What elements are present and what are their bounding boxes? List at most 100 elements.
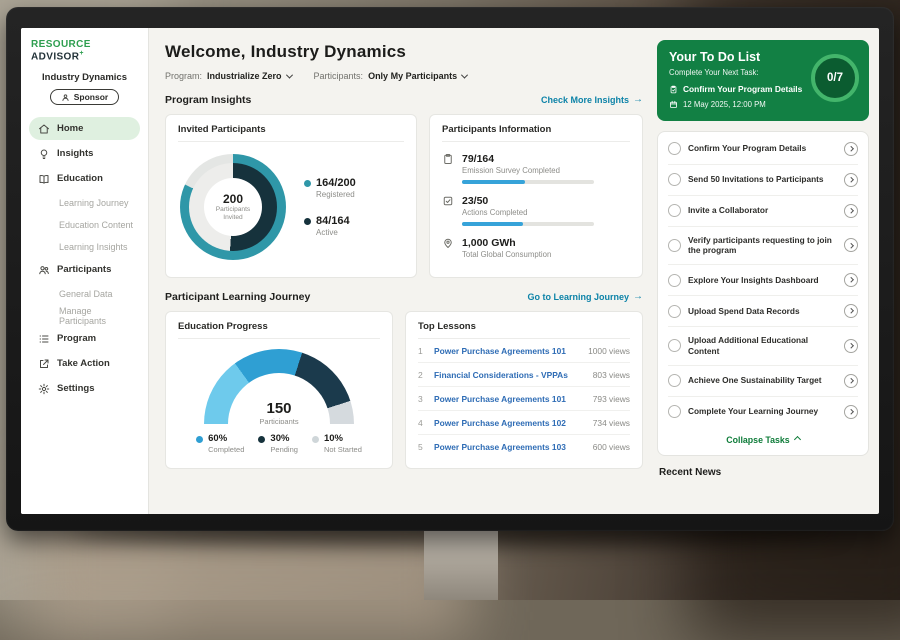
task-row-verify-participants[interactable]: Verify participants requesting to join t… <box>668 227 858 266</box>
task-checkbox[interactable] <box>668 339 681 352</box>
lesson-link[interactable]: Financial Considerations - VPPAs <box>434 370 585 380</box>
sponsor-badge[interactable]: Sponsor <box>50 89 119 105</box>
gauge-center-label: Participants <box>204 417 354 424</box>
legend-dot-blue <box>196 436 203 443</box>
task-open-chevron[interactable] <box>844 173 858 187</box>
collapse-tasks-button[interactable]: Collapse Tasks <box>668 427 858 451</box>
clipboard-check-icon <box>669 85 678 94</box>
legend-active: 84/164 Active <box>304 215 356 237</box>
education-progress-card: Education Progress 150 Participants <box>165 311 393 469</box>
lesson-link[interactable]: Power Purchase Agreements 103 <box>434 442 585 452</box>
sidebar-item-insights[interactable]: Insights <box>29 142 140 165</box>
sidebar-item-learning-journey[interactable]: Learning Journey <box>29 192 140 213</box>
sponsor-person-icon <box>61 93 70 102</box>
todo-due-date: 12 May 2025, 12:00 PM <box>683 100 766 109</box>
task-checkbox[interactable] <box>668 405 681 418</box>
task-checkbox[interactable] <box>668 142 681 155</box>
sidebar-item-manage-participants[interactable]: Manage Participants <box>29 305 140 326</box>
participants-filter-dropdown[interactable]: Participants: Only My Participants <box>314 71 468 81</box>
sidebar-item-education[interactable]: Education <box>29 167 140 190</box>
app-logo: RESOURCE ADVISOR+ <box>29 39 140 62</box>
sidebar-item-settings[interactable]: Settings <box>29 377 140 400</box>
sidebar-item-learning-insights[interactable]: Learning Insights <box>29 236 140 257</box>
sidebar-item-education-content[interactable]: Education Content <box>29 214 140 235</box>
task-open-chevron[interactable] <box>844 304 858 318</box>
emission-survey-progress-bar <box>462 180 594 184</box>
actions-completed-row: 23/50 Actions Completed <box>442 195 630 226</box>
donut-center-label: Participants Invited <box>212 206 254 222</box>
legend-dot-teal <box>304 180 311 187</box>
legend-pending: 30% Pending <box>258 433 298 454</box>
task-row-invite-collaborator[interactable]: Invite a Collaborator <box>668 196 858 227</box>
task-open-chevron[interactable] <box>844 405 858 419</box>
recent-news-title: Recent News <box>657 467 869 478</box>
lesson-row: 5 Power Purchase Agreements 103 600 view… <box>418 435 630 458</box>
sidebar-item-program[interactable]: Program <box>29 327 140 350</box>
participants-information-card: Participants Information 79/164 Emission… <box>429 114 643 278</box>
go-to-learning-journey-link[interactable]: Go to Learning Journey → <box>527 292 643 302</box>
program-filter-dropdown[interactable]: Program: Industrialize Zero <box>165 71 292 81</box>
task-checkbox[interactable] <box>668 274 681 287</box>
task-open-chevron[interactable] <box>844 238 858 252</box>
task-row-confirm-program-details[interactable]: Confirm Your Program Details <box>668 134 858 165</box>
gauge-center-value: 150 <box>204 400 354 417</box>
lesson-link[interactable]: Power Purchase Agreements 101 <box>434 346 580 356</box>
legend-dot-navy <box>304 218 311 225</box>
sidebar-item-participants[interactable]: Participants <box>29 258 140 281</box>
task-row-complete-learning-journey[interactable]: Complete Your Learning Journey <box>668 397 858 427</box>
monitor-stand <box>424 522 498 600</box>
invited-participants-card: Invited Participants 200 Participants In… <box>165 114 417 278</box>
lesson-row: 3 Power Purchase Agreements 101 793 view… <box>418 387 630 411</box>
arrow-right-icon: → <box>633 95 643 105</box>
invited-participants-donut-chart: 200 Participants Invited <box>180 154 286 260</box>
checklist-icon <box>442 195 454 207</box>
program-icon <box>38 333 50 345</box>
location-pin-icon <box>442 237 454 249</box>
task-open-chevron[interactable] <box>844 273 858 287</box>
tasks-list-card: Confirm Your Program Details Send 50 Inv… <box>657 131 869 456</box>
education-progress-card-title: Education Progress <box>178 321 380 339</box>
sidebar-item-home[interactable]: Home <box>29 117 140 140</box>
logo-text-secondary: ADVISOR <box>31 51 79 62</box>
task-checkbox[interactable] <box>668 305 681 318</box>
invited-participants-card-title: Invited Participants <box>178 124 404 142</box>
chevron-up-icon <box>794 436 801 443</box>
task-checkbox[interactable] <box>668 239 681 252</box>
education-icon <box>38 173 50 185</box>
task-row-send-invitations[interactable]: Send 50 Invitations to Participants <box>668 165 858 196</box>
emission-survey-row: 79/164 Emission Survey Completed <box>442 153 630 184</box>
sidebar-nav: Home Insights Education Learning Journey… <box>29 117 140 400</box>
dashboard-screen: RESOURCE ADVISOR+ Industry Dynamics Spon… <box>21 28 879 514</box>
sidebar-item-take-action[interactable]: Take Action <box>29 352 140 375</box>
task-checkbox[interactable] <box>668 204 681 217</box>
task-open-chevron[interactable] <box>844 142 858 156</box>
calendar-icon <box>669 100 678 109</box>
check-more-insights-link[interactable]: Check More Insights → <box>541 95 643 105</box>
lesson-link[interactable]: Power Purchase Agreements 101 <box>434 394 585 404</box>
task-row-explore-insights[interactable]: Explore Your Insights Dashboard <box>668 265 858 296</box>
take-action-icon <box>38 358 50 370</box>
task-open-chevron[interactable] <box>844 204 858 218</box>
todo-progress-ring: 0/7 <box>811 54 859 102</box>
monitor: RESOURCE ADVISOR+ Industry Dynamics Spon… <box>6 7 894 531</box>
participants-information-card-title: Participants Information <box>442 124 630 142</box>
task-row-achieve-sustainability-target[interactable]: Achieve One Sustainability Target <box>668 366 858 397</box>
clipboard-icon <box>442 153 454 165</box>
sponsor-badge-label: Sponsor <box>74 92 108 102</box>
task-open-chevron[interactable] <box>844 374 858 388</box>
task-open-chevron[interactable] <box>844 339 858 353</box>
task-checkbox[interactable] <box>668 374 681 387</box>
task-row-upload-spend-data[interactable]: Upload Spend Data Records <box>668 296 858 327</box>
logo-text-primary: RESOURCE <box>31 39 91 50</box>
arrow-right-icon: → <box>633 292 643 302</box>
chevron-down-icon <box>285 71 292 78</box>
chevron-down-icon <box>461 71 468 78</box>
lesson-link[interactable]: Power Purchase Agreements 102 <box>434 418 585 428</box>
page-title: Welcome, Industry Dynamics <box>165 42 643 62</box>
task-row-upload-educational-content[interactable]: Upload Additional Educational Content <box>668 327 858 366</box>
program-insights-title: Program Insights <box>165 94 251 106</box>
sidebar-item-general-data[interactable]: General Data <box>29 283 140 304</box>
legend-dot-pale <box>312 436 319 443</box>
task-checkbox[interactable] <box>668 173 681 186</box>
legend-completed: 60% Completed <box>196 433 244 454</box>
